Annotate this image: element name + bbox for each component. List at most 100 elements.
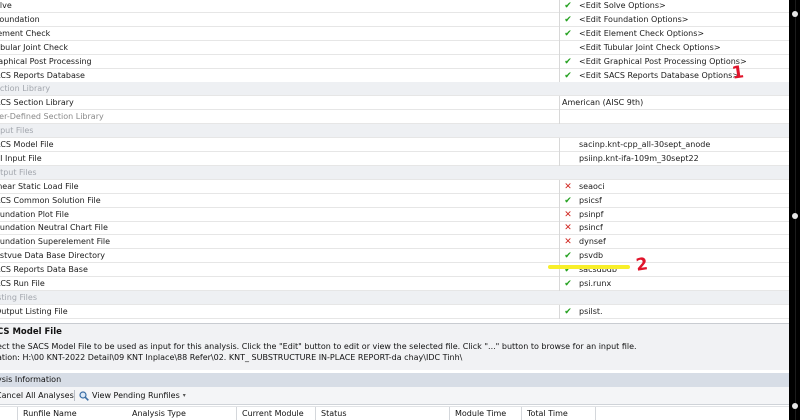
property-name: lement Check [0, 28, 51, 38]
column-separator [559, 40, 560, 55]
column-divider [315, 407, 316, 420]
property-value[interactable]: <Edit Element Check Options> [579, 27, 704, 41]
column-runfile-name[interactable]: Runfile Name [23, 407, 77, 420]
error-x-icon: ✕ [564, 237, 572, 248]
property-name: oundation Neutral Chart File [0, 223, 108, 233]
property-row[interactable]: Foundation ✔ <Edit Foundation Options> [0, 12, 789, 27]
column-total-time[interactable]: Total Time [527, 407, 568, 420]
property-row[interactable]: ACS Model File sacinp.knt-cpp_all-30sept_… [0, 138, 789, 152]
checkmark-icon: ✔ [564, 279, 572, 289]
column-status[interactable]: Status [321, 407, 347, 420]
property-name: olve [0, 1, 12, 10]
analysis-information-title: ysis Information [0, 375, 62, 384]
section-header: ection Library [0, 82, 789, 97]
property-value[interactable]: American (AISC 9th) [562, 96, 643, 110]
property-value[interactable]: <Edit SACS Reports Database Options> [579, 69, 739, 83]
column-separator [559, 221, 560, 236]
highlight-underline [548, 265, 630, 269]
column-divider [521, 407, 522, 420]
column-separator [559, 277, 560, 291]
description-panel: CS Model File ect the SACS Model File to… [0, 323, 789, 370]
property-name: Output Listing File [0, 306, 68, 316]
section-label: nput Files [0, 126, 34, 136]
property-value[interactable]: psinpf [579, 208, 603, 222]
property-value[interactable]: psincf [579, 221, 603, 235]
property-value[interactable]: seaoci [579, 180, 605, 194]
column-analysis-type[interactable]: Analysis Type [132, 407, 186, 420]
property-row[interactable]: oundation Superelement File ✕ dynsef [0, 235, 789, 250]
toolbar-separator [74, 390, 75, 401]
property-value[interactable]: psi.runx [579, 277, 611, 291]
column-module-time[interactable]: Module Time [455, 407, 506, 420]
property-name: SI Input File [0, 153, 42, 163]
property-row[interactable]: ACS Common Solution File ✔ psicsf [0, 193, 789, 208]
error-x-icon: ✕ [564, 209, 572, 220]
property-row[interactable]: ACS Reports Data Base ✔ sacsdbdb [0, 263, 789, 278]
property-name: ACS Run File [0, 279, 45, 288]
property-row[interactable]: lement Check ✔ <Edit Element Check Options… [0, 26, 789, 41]
column-separator [559, 110, 560, 125]
scrollbar-thumb[interactable] [792, 213, 798, 219]
column-separator [559, 207, 560, 222]
property-name: oundation Plot File [0, 209, 69, 219]
property-name: ACS Section Library [0, 98, 74, 108]
column-separator [559, 249, 560, 264]
checkmark-icon: ✔ [564, 28, 572, 39]
column-separator [559, 0, 560, 13]
property-name: ACS Reports Data Base [0, 265, 88, 275]
cancel-all-analyses-button[interactable]: Cancel All Analyses [0, 387, 74, 404]
property-row[interactable]: oundation Neutral Chart File ✕ psincf [0, 221, 789, 236]
section-header: utput Files [0, 165, 789, 180]
scrollbar-top-handle[interactable] [792, 11, 798, 17]
property-value[interactable]: psiinp.knt-ifa-109m_30sept22 [579, 152, 699, 166]
sacs-analysis-window: olve ✔ <Edit Solve Options> Foundation ✔ <Edi… [0, 0, 789, 420]
property-value[interactable]: psicsf [579, 194, 602, 208]
property-value[interactable]: <Edit Solve Options> [579, 0, 666, 13]
property-value[interactable]: dynsef [579, 235, 606, 249]
column-separator [559, 193, 560, 208]
property-value[interactable]: <Edit Tubular Joint Check Options> [579, 41, 721, 55]
property-name: raphical Post Processing [0, 56, 92, 66]
property-row[interactable]: Output Listing File ✔ psilst. [0, 304, 789, 319]
property-name: ostvue Data Base Directory [0, 251, 106, 261]
column-separator [559, 96, 560, 111]
column-separator [559, 304, 560, 319]
dropdown-arrow-icon[interactable]: ▾ [183, 387, 186, 404]
property-row[interactable]: raphical Post Processing ✔ <Edit Graphical… [0, 54, 789, 69]
column-divider [236, 407, 237, 420]
property-row[interactable]: ostvue Data Base Directory ✔ psvdb [0, 249, 789, 264]
property-row[interactable]: SI Input File psiinp.knt-ifa-109m_30sept2… [0, 151, 789, 166]
column-divider [595, 407, 596, 420]
property-row[interactable]: inear Static Load File ✕ seaoci [0, 179, 789, 194]
property-row[interactable]: ACS Run File ✔ psi.runx [0, 277, 789, 291]
column-separator [559, 151, 560, 166]
property-name: ACS Common Solution File [0, 195, 101, 205]
property-row[interactable]: ACS Section Library American (AISC 9th) [0, 96, 789, 111]
section-label: isting Files [0, 292, 37, 302]
column-separator [559, 68, 560, 83]
error-x-icon: ✕ [564, 223, 572, 234]
property-row[interactable]: ACS Reports Database ✔ <Edit SACS Reports … [0, 68, 789, 83]
runfile-grid-header: Runfile Name Analysis Type Current Modul… [0, 406, 789, 420]
property-value[interactable]: <Edit Graphical Post Processing Options> [579, 55, 747, 69]
checkmark-icon: ✔ [564, 70, 572, 81]
property-row[interactable]: oundation Plot File ✕ psinpf [0, 207, 789, 222]
property-name: ser-Defined Section Library [0, 112, 104, 122]
property-row[interactable]: ubular Joint Check <Edit Tubular Joint Ch… [0, 40, 789, 55]
view-pending-runfiles-button[interactable]: View Pending Runfiles ▾ [79, 387, 186, 404]
column-divider [449, 407, 450, 420]
checkmark-icon: ✔ [564, 14, 572, 25]
scrollbar-bottom-handle[interactable] [792, 403, 798, 409]
property-value[interactable]: <Edit Foundation Options> [579, 13, 689, 27]
column-separator [559, 138, 560, 152]
description-location: ation: H:\00 KNT-2022 Detail\09 KNT Inpl… [0, 353, 463, 362]
property-row[interactable]: ser-Defined Section Library [0, 110, 789, 125]
checkmark-icon: ✔ [564, 1, 572, 11]
property-value[interactable]: psilst. [579, 305, 603, 319]
property-row[interactable]: olve ✔ <Edit Solve Options> [0, 0, 789, 13]
magnifier-icon [79, 390, 89, 401]
checkmark-icon: ✔ [564, 195, 572, 206]
column-current-module[interactable]: Current Module [242, 407, 304, 420]
property-value[interactable]: sacinp.knt-cpp_all-30sept_anode [579, 138, 710, 152]
property-value[interactable]: psvdb [579, 249, 603, 263]
